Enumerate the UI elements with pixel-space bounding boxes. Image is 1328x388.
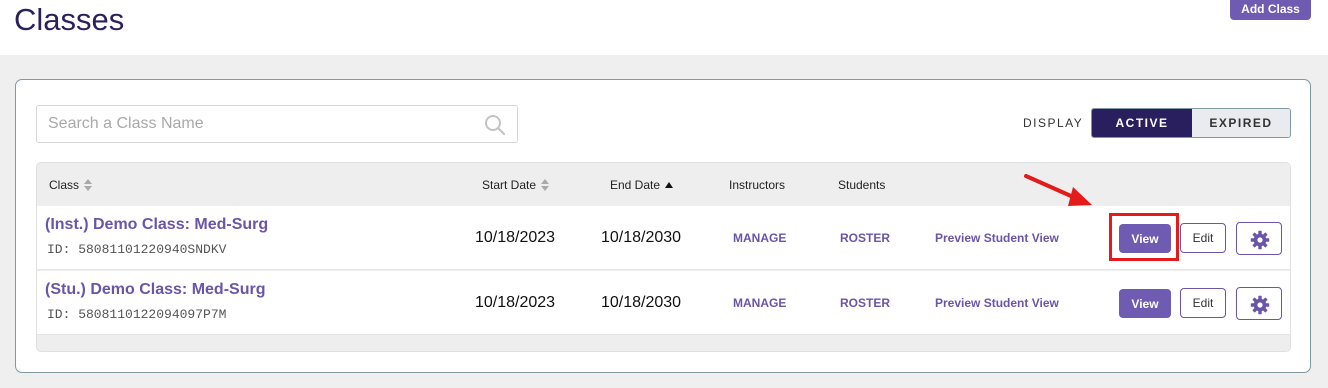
roster-link[interactable]: ROSTER (840, 231, 890, 245)
arrow-icon (1024, 174, 1092, 206)
display-toggle: ACTIVE EXPIRED (1091, 108, 1291, 138)
end-date: 10/18/2030 (601, 294, 682, 311)
manage-instructors-link[interactable]: MANAGE (733, 231, 786, 245)
sort-icon (541, 179, 550, 191)
column-instructors-label: Instructors (729, 178, 786, 192)
roster-link[interactable]: ROSTER (840, 296, 890, 310)
class-name-link[interactable]: (Stu.) Demo Class: Med-Surg (45, 281, 265, 299)
page-title: Classes (14, 2, 125, 37)
settings-button[interactable] (1236, 287, 1282, 320)
end-date: 10/18/2030 (601, 229, 682, 246)
column-class-label: Class (49, 178, 80, 192)
search-box (36, 105, 518, 143)
column-students-label: Students (838, 178, 886, 192)
class-id: ID: 5808110122094097P7M (47, 307, 227, 322)
sort-icon (84, 179, 93, 191)
column-end-date[interactable]: End Date (610, 178, 674, 192)
edit-button[interactable]: Edit (1180, 288, 1226, 318)
display-label: DISPLAY (1023, 116, 1084, 130)
expired-toggle-button[interactable]: EXPIRED (1192, 109, 1290, 137)
column-start-date-label: Start Date (482, 178, 537, 192)
manage-instructors-link[interactable]: MANAGE (733, 296, 786, 310)
class-name-link[interactable]: (Inst.) Demo Class: Med-Surg (45, 216, 268, 234)
view-button[interactable]: View (1119, 289, 1171, 318)
column-instructors: Instructors (729, 178, 785, 192)
active-toggle-button[interactable]: ACTIVE (1092, 109, 1192, 137)
column-students: Students (838, 178, 885, 192)
search-icon[interactable] (484, 114, 506, 136)
column-class[interactable]: Class (49, 178, 93, 192)
column-start-date[interactable]: Start Date (482, 178, 550, 192)
column-end-date-label: End Date (610, 178, 661, 192)
preview-student-view-link[interactable]: Preview Student View (935, 296, 1059, 310)
add-class-button[interactable]: Add Class (1230, 0, 1311, 20)
sort-ascending-icon (665, 182, 674, 188)
settings-button[interactable] (1236, 222, 1282, 255)
preview-student-view-link[interactable]: Preview Student View (935, 231, 1059, 245)
class-id: ID: 58081101220940SNDKV (47, 242, 227, 257)
start-date: 10/18/2023 (475, 229, 556, 246)
edit-button[interactable]: Edit (1180, 223, 1226, 253)
page-header: Classes Add Class (0, 0, 1328, 55)
table-row: (Stu.) Demo Class: Med-Surg ID: 58081101… (37, 271, 1290, 335)
search-input[interactable] (37, 106, 477, 142)
gear-icon (1250, 230, 1270, 250)
highlight-box (1109, 213, 1179, 261)
start-date: 10/18/2023 (475, 294, 556, 311)
gear-icon (1250, 295, 1270, 315)
